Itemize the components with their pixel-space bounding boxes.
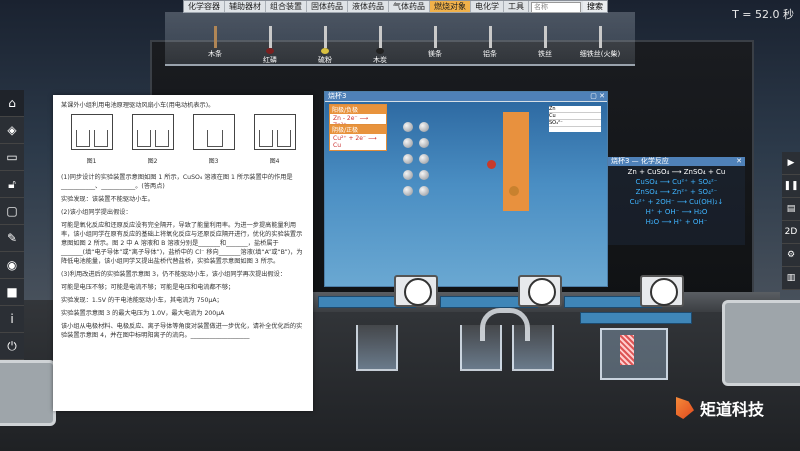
copper-electrode <box>503 112 529 211</box>
layers-icon[interactable]: ◈ <box>0 117 24 144</box>
tab-1[interactable]: 辅助器材 <box>225 1 266 12</box>
beaker-1[interactable] <box>356 325 398 371</box>
brand-logo: 矩道科技 <box>676 396 764 420</box>
video-icon[interactable]: ■ <box>0 279 24 306</box>
shelf-item[interactable]: 镁条 <box>415 26 455 59</box>
membrane <box>620 335 634 365</box>
timer: T = 52.0 秒 <box>732 8 794 21</box>
reaction-panel[interactable]: 烧杯3 — 化学反应 ✕ Zn + CuSO₄ ⟶ ZnSO₄ + Cu CuS… <box>608 157 745 245</box>
doc-intro: 某课外小组利用电池原理驱动风扇小车(用电动机表示)。 <box>61 102 215 109</box>
tab-3[interactable]: 固体药品 <box>307 1 348 12</box>
shelf-item[interactable]: 木条 <box>195 26 235 59</box>
pause-icon[interactable]: ❚❚ <box>782 175 800 198</box>
settings-icon[interactable]: ⚙ <box>782 244 800 267</box>
brush-icon[interactable]: ✎ <box>0 225 24 252</box>
left-toolbar: ⌂ ◈ ▭ 🔓︎ ▢ ✎ ◉ ■ i ⏻ <box>0 90 24 360</box>
zn-ion <box>509 186 519 196</box>
message-icon[interactable]: ▭ <box>0 144 24 171</box>
tab-8[interactable]: 工具 <box>504 1 529 12</box>
shelf-item[interactable]: 细铁丝(火柴) <box>575 26 625 59</box>
reagent-shelf: 木条 红磷 硫粉 木炭 镁条 铝条 铁丝 细铁丝(火柴) <box>165 12 635 66</box>
doc-q3-body: 可能是电压不够；可能是电流不够；可能是电压和电流都不够； <box>61 284 235 291</box>
doc-q1-note: 实验发现：该装置不能驱动小车。 <box>61 196 154 203</box>
tab-7[interactable]: 电化学 <box>471 1 504 12</box>
ion-line: CuSO₄ ⟶ Cu²⁺ + SO₄²⁻ <box>635 178 718 186</box>
ion-line: Cu²⁺ + 2OH⁻ ⟶ Cu(OH)₂↓ <box>629 198 724 206</box>
fan-motor-3[interactable] <box>640 275 684 307</box>
beaker-view-panel[interactable]: 烧杯3 ▢ ✕ 阳极/负极 Zn - 2e⁻ ⟶ Zn²⁺ 阴极/正极 Cu²⁺… <box>324 91 608 287</box>
panel-title[interactable]: 烧杯3 ▢ ✕ <box>325 92 607 101</box>
figure-3 <box>192 114 235 150</box>
tab-6[interactable]: 燃烧对象 <box>430 1 471 12</box>
ion-line: ZnSO₄ ⟶ Zn²⁺ + SO₄²⁻ <box>635 188 718 196</box>
close-icon[interactable]: ✕ <box>736 157 742 166</box>
doc-q2-body: 可能是氧化反应和还原反应没有完全隔开，导致了能量利用率。为进一步提高能量利用率，… <box>61 222 303 265</box>
doc-q3-title: (3)利用改进后的实验装置示意图 3，仍不能驱动小车，该小组同学再次提出假设： <box>61 271 287 278</box>
particle-legend: Zn Cu SO₄²⁻ <box>549 106 601 132</box>
lock-icon[interactable]: 🔓︎ <box>0 171 24 198</box>
home-icon[interactable]: ⌂ <box>0 90 24 117</box>
shelf-item[interactable]: 铝条 <box>470 26 510 59</box>
play-icon[interactable]: ▶ <box>782 152 800 175</box>
shelf-item[interactable]: 硫粉 <box>305 26 345 65</box>
tab-4[interactable]: 液体药品 <box>348 1 389 12</box>
question-document: 某课外小组利用电池原理驱动风扇小车(用电动机表示)。 图1 图2 图3 图4 (1)… <box>53 95 313 411</box>
doc-q3-note3: 该小组从电极材料、电极反应、离子导体等角度对装置做进一步优化，请补全优化后的实验… <box>61 323 303 339</box>
ion-line: H⁺ + OH⁻ ⟶ H₂O <box>645 208 708 216</box>
figure-labels: 图1 图2 图3 图4 <box>86 158 280 165</box>
reaction-title[interactable]: 烧杯3 — 化学反应 ✕ <box>608 157 745 166</box>
figures <box>61 114 305 154</box>
brand-mark-icon <box>676 397 694 419</box>
shelf-item[interactable]: 木炭 <box>360 26 400 65</box>
sink-right <box>722 300 800 386</box>
toolbox-icon[interactable]: ▤ <box>782 198 800 221</box>
tab-2[interactable]: 组合装置 <box>266 1 307 12</box>
trash-icon[interactable]: ▥ <box>782 267 800 290</box>
electrolysis-tank[interactable] <box>600 328 668 380</box>
cathode-equation: 阴极/正极 Cu²⁺ + 2e⁻ ⟶ Cu <box>329 124 387 151</box>
monitor-icon[interactable]: ▢ <box>0 198 24 225</box>
info-icon[interactable]: i <box>0 306 24 333</box>
view-2d-button[interactable]: 2D <box>782 221 800 244</box>
fan-motor-2[interactable] <box>518 275 562 307</box>
camera-icon[interactable]: ◉ <box>0 252 24 279</box>
salt-bridge[interactable] <box>480 308 530 341</box>
tab-0[interactable]: 化学容器 <box>184 1 225 12</box>
figure-1 <box>70 114 113 150</box>
doc-q2-title: (2)该小组同学提出假设： <box>61 209 132 216</box>
tab-5[interactable]: 气体药品 <box>389 1 430 12</box>
circuit-board-4[interactable] <box>580 312 692 324</box>
main-equation: Zn + CuSO₄ ⟶ ZnSO₄ + Cu <box>627 168 726 176</box>
right-toolbar: ▶ ❚❚ ▤ 2D ⚙ ▥ <box>782 152 800 290</box>
figure-4 <box>253 114 296 150</box>
ion-line: H₂O ⟶ H⁺ + OH⁻ <box>645 218 708 226</box>
doc-q3-note1: 实验发现：1.5V 的干电池能驱动小车，其电流为 750μA； <box>61 297 223 304</box>
doc-q1: (1)同步设计的实验装置示意图如图 1 所示，CuSO₄ 溶液在图 1 所示装置… <box>61 174 293 190</box>
sink-left <box>0 360 56 426</box>
power-icon[interactable]: ⏻ <box>0 333 24 360</box>
search-button[interactable]: 搜索 <box>583 1 607 12</box>
doc-q3-note2: 实验装置示意图 3 的最大电压为 1.0V，最大电流为 200μA <box>61 310 225 317</box>
shelf-item[interactable]: 红磷 <box>250 26 290 65</box>
cu-ion <box>487 160 496 169</box>
figure-2 <box>131 114 174 150</box>
fan-motor-1[interactable] <box>394 275 438 307</box>
beaker-scene: 阳极/负极 Zn - 2e⁻ ⟶ Zn²⁺ 阴极/正极 Cu²⁺ + 2e⁻ ⟶… <box>325 102 607 286</box>
window-controls-icon[interactable]: ▢ ✕ <box>590 92 605 101</box>
shelf-item[interactable]: 铁丝 <box>525 26 565 59</box>
